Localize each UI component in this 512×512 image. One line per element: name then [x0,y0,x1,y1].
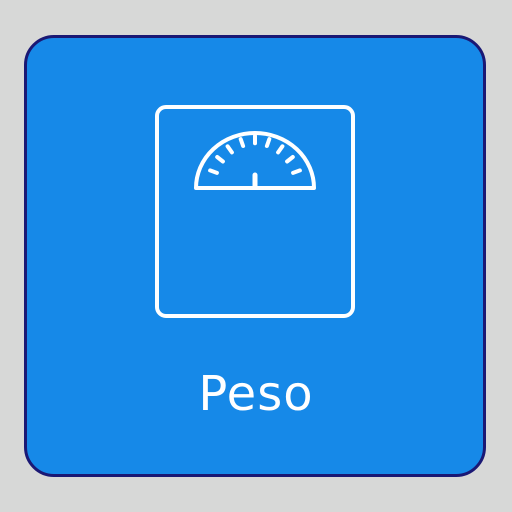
app-label: Peso [198,366,314,422]
app-launcher-canvas: Peso [0,0,512,512]
bathroom-scale-icon [155,105,355,318]
